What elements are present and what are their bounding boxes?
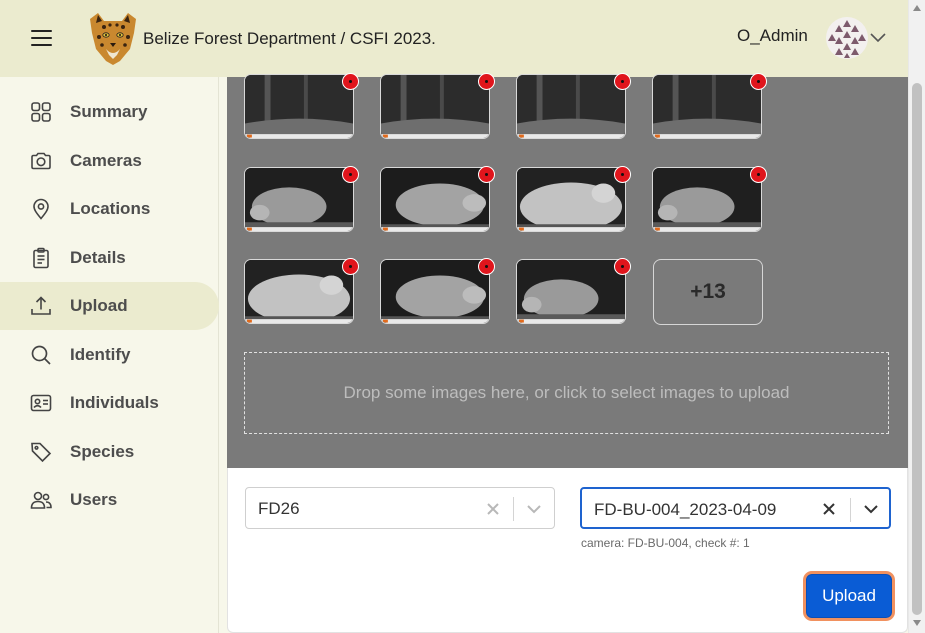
image-gallery: +13 Drop some images here, or click to s… [227,73,908,468]
upload-form: FD26 FD-BU-004_2023-04-09 camera: FD-BU-… [227,468,908,633]
image-thumbnail[interactable] [380,167,490,232]
sidebar-item-label: Details [70,248,126,267]
top-bar: Belize Forest Department / CSFI 2023. O_… [0,0,908,77]
clear-icon[interactable] [821,501,837,517]
sidebar: Summary Cameras Locations Details Upload… [0,77,219,633]
remove-image-icon[interactable] [750,166,767,183]
image-thumbnail[interactable] [244,259,354,324]
more-images-button[interactable]: +13 [653,259,763,325]
sidebar-item-cameras[interactable]: Cameras [0,137,219,185]
image-thumbnail[interactable] [244,167,354,232]
select-separator [850,498,851,522]
location-select-value: FD26 [258,499,300,518]
sidebar-item-upload[interactable]: Upload [0,282,219,330]
check-select[interactable]: FD-BU-004_2023-04-09 [580,487,891,529]
sidebar-item-label: Users [70,490,118,509]
sidebar-item-label: Cameras [70,151,142,170]
id-card-icon [30,394,52,412]
remove-image-icon[interactable] [614,166,631,183]
image-thumbnail[interactable] [516,167,626,232]
remove-image-icon[interactable] [614,258,631,275]
image-thumbnail[interactable] [516,259,626,324]
location-select[interactable]: FD26 [245,487,555,529]
upload-icon [31,296,51,315]
hamburger-icon[interactable] [31,30,52,46]
sidebar-item-summary[interactable]: Summary [0,88,219,136]
sidebar-item-identify[interactable]: Identify [0,331,219,379]
image-thumbnail[interactable] [380,259,490,324]
upload-panel: +13 Drop some images here, or click to s… [227,73,908,633]
remove-image-icon[interactable] [342,258,359,275]
search-icon [31,345,51,365]
sidebar-item-details[interactable]: Details [0,234,219,282]
sidebar-item-label: Identify [70,345,131,364]
upload-button[interactable]: Upload [803,571,895,621]
image-thumbnail[interactable] [516,74,626,139]
chevron-down-icon[interactable] [863,503,879,515]
check-hint: camera: FD-BU-004, check #: 1 [581,536,750,550]
scroll-down-arrow-icon[interactable] [913,620,921,626]
chevron-down-icon[interactable] [526,503,542,515]
image-thumbnail[interactable] [244,74,354,139]
user-avatar[interactable] [826,17,868,59]
clear-icon[interactable] [485,501,501,517]
clipboard-icon [33,247,49,269]
image-thumbnail[interactable] [652,167,762,232]
sidebar-item-label: Species [70,442,135,461]
username[interactable]: O_Admin [737,26,808,46]
sidebar-item-individuals[interactable]: Individuals [0,379,219,427]
image-dropzone[interactable]: Drop some images here, or click to selec… [244,352,889,434]
remove-image-icon[interactable] [478,73,495,90]
vertical-scrollbar[interactable] [908,0,925,633]
remove-image-icon[interactable] [342,73,359,90]
remove-image-icon[interactable] [750,73,767,90]
sidebar-item-label: Locations [70,199,151,218]
image-thumbnail[interactable] [652,74,762,139]
image-thumbnail[interactable] [380,74,490,139]
remove-image-icon[interactable] [342,166,359,183]
remove-image-icon[interactable] [478,258,495,275]
sidebar-item-label: Individuals [70,393,159,412]
app-title: Belize Forest Department / CSFI 2023. [143,29,436,48]
sidebar-item-label: Summary [70,102,148,121]
scroll-up-arrow-icon[interactable] [913,5,921,11]
sidebar-item-species[interactable]: Species [0,428,219,476]
sidebar-item-locations[interactable]: Locations [0,185,219,233]
remove-image-icon[interactable] [478,166,495,183]
tag-icon [31,442,52,463]
sidebar-item-label: Upload [70,296,128,315]
select-separator [513,497,514,521]
location-pin-icon [33,198,49,220]
scrollbar-thumb[interactable] [912,83,922,615]
jaguar-logo [90,13,136,65]
remove-image-icon[interactable] [614,73,631,90]
chevron-down-icon[interactable] [869,30,887,44]
check-select-value: FD-BU-004_2023-04-09 [594,500,777,519]
users-icon [30,491,52,509]
grid-icon [31,102,51,122]
camera-icon [31,152,51,170]
sidebar-item-users[interactable]: Users [0,476,219,524]
